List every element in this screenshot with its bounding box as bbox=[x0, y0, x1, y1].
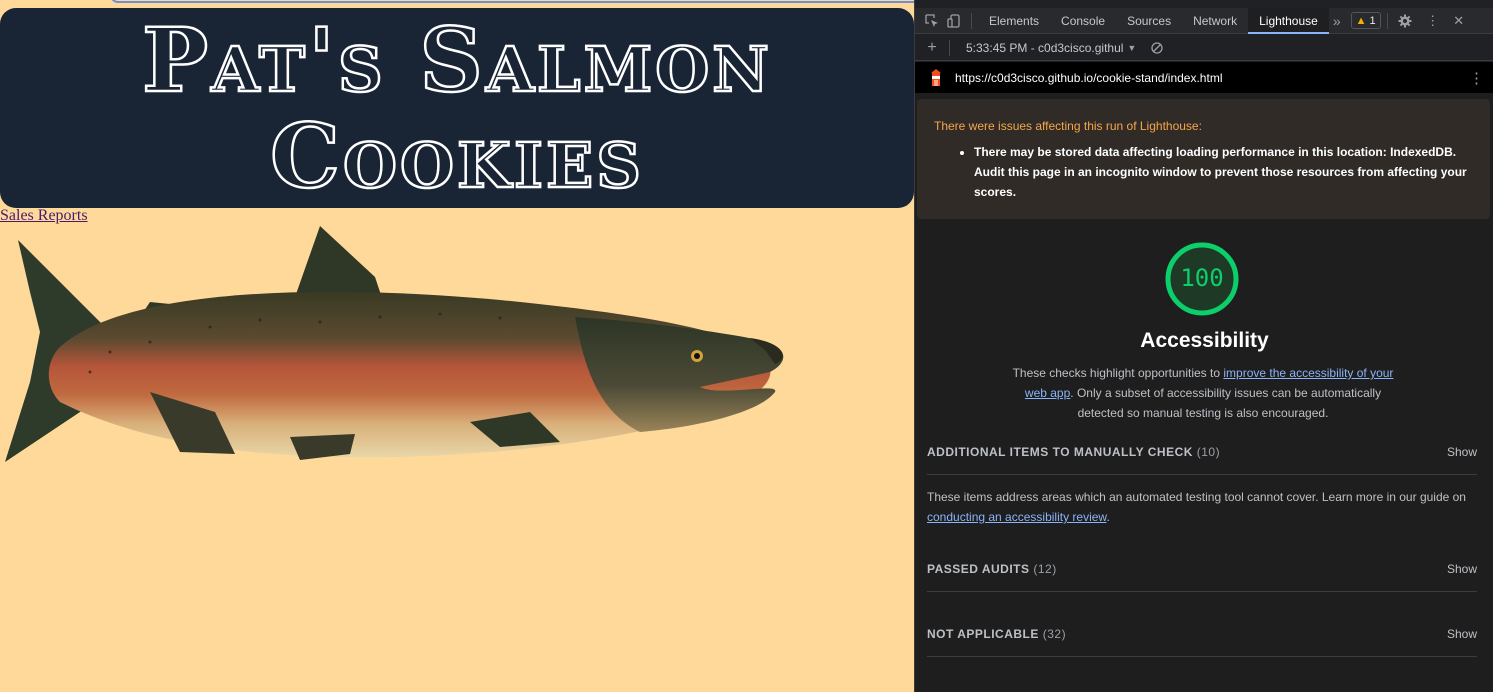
run-warning-box: There were issues affecting this run of … bbox=[917, 99, 1490, 219]
category-description: These checks highlight opportunities to … bbox=[1003, 363, 1403, 423]
gear-icon[interactable] bbox=[1394, 10, 1416, 32]
address-bar-focus-ring bbox=[110, 0, 914, 3]
tab-lighthouse[interactable]: Lighthouse bbox=[1248, 7, 1329, 34]
section-title: Not applicable (32) bbox=[927, 627, 1066, 641]
tab-sources[interactable]: Sources bbox=[1116, 8, 1182, 34]
devtools-tab-bar: Elements Console Sources Network Lightho… bbox=[915, 7, 1493, 34]
section-count: (12) bbox=[1033, 561, 1057, 576]
tab-elements[interactable]: Elements bbox=[978, 8, 1050, 34]
warnings-badge[interactable]: ▲ 1 bbox=[1350, 12, 1381, 29]
lighthouse-report: There were issues affecting this run of … bbox=[915, 93, 1493, 692]
manual-check-text: . bbox=[1106, 510, 1110, 524]
report-url[interactable]: https://c0d3cisco.github.io/cookie-stand… bbox=[955, 71, 1222, 85]
tabbar-divider bbox=[1386, 12, 1388, 29]
section-title-text: Passed audits bbox=[927, 561, 1030, 576]
clear-icon[interactable] bbox=[1146, 37, 1168, 59]
close-icon[interactable]: ✕ bbox=[1448, 10, 1470, 32]
section-passed-audits[interactable]: Passed audits (12) Show bbox=[927, 546, 1477, 592]
section-show-toggle[interactable]: Show bbox=[1447, 562, 1477, 576]
toolbar-divider bbox=[949, 39, 950, 56]
manual-check-description: These items address areas which an autom… bbox=[927, 487, 1477, 527]
section-not-applicable[interactable]: Not applicable (32) Show bbox=[927, 611, 1477, 657]
section-count: (10) bbox=[1196, 444, 1221, 459]
site-header: Pat's Salmon Cookies bbox=[0, 8, 914, 208]
category-description-text: . Only a subset of accessibility issues … bbox=[1070, 386, 1382, 420]
web-page: Pat's Salmon Cookies Sales Reports bbox=[0, 0, 914, 692]
tab-console[interactable]: Console bbox=[1050, 8, 1116, 34]
section-show-toggle[interactable]: Show bbox=[1447, 445, 1477, 459]
warning-count: 1 bbox=[1369, 14, 1376, 27]
report-select[interactable]: 5:33:45 PM - c0d3cisco.githul ▼ bbox=[966, 41, 1136, 55]
manual-check-text: These items address areas which an autom… bbox=[927, 490, 1466, 504]
section-title: Passed audits (12) bbox=[927, 562, 1057, 576]
kebab-menu-icon[interactable]: ⋮ bbox=[1422, 10, 1444, 32]
inspect-element-icon[interactable] bbox=[921, 10, 943, 32]
section-title-text: Not applicable bbox=[927, 626, 1039, 641]
category-description-text: These checks highlight opportunities to bbox=[1012, 366, 1224, 380]
section-count: (32) bbox=[1042, 626, 1067, 641]
run-warning-item: There may be stored data affecting loadi… bbox=[974, 142, 1472, 202]
section-show-toggle[interactable]: Show bbox=[1447, 627, 1477, 641]
section-title: Additional items to manually check (10) bbox=[927, 445, 1220, 459]
tab-network[interactable]: Network bbox=[1182, 8, 1248, 34]
kebab-menu-icon[interactable]: ⋮ bbox=[1469, 69, 1484, 87]
lighthouse-toolbar: + 5:33:45 PM - c0d3cisco.githul ▼ bbox=[915, 35, 1493, 61]
device-toolbar-icon[interactable] bbox=[943, 10, 965, 32]
accessibility-review-link[interactable]: conducting an accessibility review bbox=[927, 510, 1106, 524]
report-select-value: 5:33:45 PM - c0d3cisco.githul bbox=[966, 40, 1124, 55]
tabbar-divider bbox=[971, 12, 972, 29]
warning-icon: ▲ bbox=[1355, 14, 1367, 27]
lighthouse-icon bbox=[931, 68, 941, 86]
more-tabs-icon[interactable]: » bbox=[1329, 13, 1345, 29]
category-title: Accessibility bbox=[1140, 329, 1269, 352]
report-url-bar: https://c0d3cisco.github.io/cookie-stand… bbox=[915, 62, 1493, 93]
section-manual-check[interactable]: Additional items to manually check (10) … bbox=[927, 429, 1477, 475]
devtools-panel: Elements Console Sources Network Lightho… bbox=[914, 0, 1493, 692]
score-value: 100 bbox=[1180, 264, 1224, 292]
site-title: Pat's Salmon Cookies bbox=[141, 8, 772, 208]
chevron-down-icon: ▼ bbox=[1127, 42, 1137, 53]
run-warning-title: There were issues affecting this run of … bbox=[934, 119, 1202, 133]
section-title-text: Additional items to manually check bbox=[927, 444, 1193, 459]
salmon-image bbox=[5, 226, 784, 462]
run-warning-list: There may be stored data affecting loadi… bbox=[934, 142, 1472, 202]
plus-icon[interactable]: + bbox=[921, 37, 943, 59]
